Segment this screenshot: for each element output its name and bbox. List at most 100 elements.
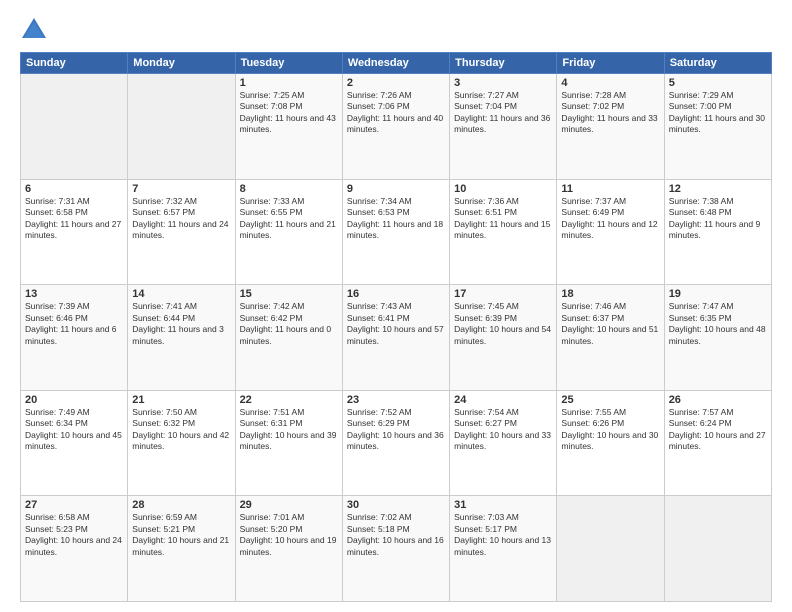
day-cell	[557, 496, 664, 602]
day-cell: 18Sunrise: 7:46 AM Sunset: 6:37 PM Dayli…	[557, 285, 664, 391]
day-info: Sunrise: 7:03 AM Sunset: 5:17 PM Dayligh…	[454, 512, 552, 558]
day-number: 16	[347, 288, 445, 300]
day-info: Sunrise: 7:55 AM Sunset: 6:26 PM Dayligh…	[561, 407, 659, 453]
day-cell: 17Sunrise: 7:45 AM Sunset: 6:39 PM Dayli…	[450, 285, 557, 391]
calendar-header: SundayMondayTuesdayWednesdayThursdayFrid…	[21, 53, 772, 74]
day-cell: 5Sunrise: 7:29 AM Sunset: 7:00 PM Daylig…	[664, 74, 771, 180]
day-number: 15	[240, 288, 338, 300]
calendar: SundayMondayTuesdayWednesdayThursdayFrid…	[20, 52, 772, 602]
day-info: Sunrise: 7:34 AM Sunset: 6:53 PM Dayligh…	[347, 196, 445, 242]
day-cell	[664, 496, 771, 602]
day-info: Sunrise: 7:32 AM Sunset: 6:57 PM Dayligh…	[132, 196, 230, 242]
day-number: 8	[240, 183, 338, 195]
day-number: 10	[454, 183, 552, 195]
day-info: Sunrise: 7:51 AM Sunset: 6:31 PM Dayligh…	[240, 407, 338, 453]
day-info: Sunrise: 7:36 AM Sunset: 6:51 PM Dayligh…	[454, 196, 552, 242]
day-info: Sunrise: 7:27 AM Sunset: 7:04 PM Dayligh…	[454, 90, 552, 136]
day-info: Sunrise: 7:31 AM Sunset: 6:58 PM Dayligh…	[25, 196, 123, 242]
calendar-body: 1Sunrise: 7:25 AM Sunset: 7:08 PM Daylig…	[21, 74, 772, 602]
day-number: 22	[240, 394, 338, 406]
day-number: 29	[240, 499, 338, 511]
day-number: 12	[669, 183, 767, 195]
day-number: 27	[25, 499, 123, 511]
day-number: 1	[240, 77, 338, 89]
day-number: 5	[669, 77, 767, 89]
day-cell: 16Sunrise: 7:43 AM Sunset: 6:41 PM Dayli…	[342, 285, 449, 391]
weekday-header: Saturday	[664, 53, 771, 74]
weekday-header: Tuesday	[235, 53, 342, 74]
day-info: Sunrise: 7:39 AM Sunset: 6:46 PM Dayligh…	[25, 301, 123, 347]
day-cell: 3Sunrise: 7:27 AM Sunset: 7:04 PM Daylig…	[450, 74, 557, 180]
weekday-header: Sunday	[21, 53, 128, 74]
day-info: Sunrise: 7:25 AM Sunset: 7:08 PM Dayligh…	[240, 90, 338, 136]
day-number: 13	[25, 288, 123, 300]
day-cell: 10Sunrise: 7:36 AM Sunset: 6:51 PM Dayli…	[450, 179, 557, 285]
day-cell: 1Sunrise: 7:25 AM Sunset: 7:08 PM Daylig…	[235, 74, 342, 180]
day-cell: 2Sunrise: 7:26 AM Sunset: 7:06 PM Daylig…	[342, 74, 449, 180]
weekday-row: SundayMondayTuesdayWednesdayThursdayFrid…	[21, 53, 772, 74]
day-info: Sunrise: 7:57 AM Sunset: 6:24 PM Dayligh…	[669, 407, 767, 453]
day-cell: 13Sunrise: 7:39 AM Sunset: 6:46 PM Dayli…	[21, 285, 128, 391]
day-cell: 6Sunrise: 7:31 AM Sunset: 6:58 PM Daylig…	[21, 179, 128, 285]
day-info: Sunrise: 7:37 AM Sunset: 6:49 PM Dayligh…	[561, 196, 659, 242]
day-info: Sunrise: 7:29 AM Sunset: 7:00 PM Dayligh…	[669, 90, 767, 136]
day-info: Sunrise: 7:52 AM Sunset: 6:29 PM Dayligh…	[347, 407, 445, 453]
day-info: Sunrise: 7:26 AM Sunset: 7:06 PM Dayligh…	[347, 90, 445, 136]
day-cell: 27Sunrise: 6:58 AM Sunset: 5:23 PM Dayli…	[21, 496, 128, 602]
day-cell: 24Sunrise: 7:54 AM Sunset: 6:27 PM Dayli…	[450, 390, 557, 496]
day-info: Sunrise: 7:43 AM Sunset: 6:41 PM Dayligh…	[347, 301, 445, 347]
weekday-header: Friday	[557, 53, 664, 74]
day-cell: 15Sunrise: 7:42 AM Sunset: 6:42 PM Dayli…	[235, 285, 342, 391]
day-info: Sunrise: 7:02 AM Sunset: 5:18 PM Dayligh…	[347, 512, 445, 558]
day-info: Sunrise: 7:47 AM Sunset: 6:35 PM Dayligh…	[669, 301, 767, 347]
day-number: 30	[347, 499, 445, 511]
day-cell: 21Sunrise: 7:50 AM Sunset: 6:32 PM Dayli…	[128, 390, 235, 496]
day-cell: 28Sunrise: 6:59 AM Sunset: 5:21 PM Dayli…	[128, 496, 235, 602]
day-info: Sunrise: 7:46 AM Sunset: 6:37 PM Dayligh…	[561, 301, 659, 347]
day-number: 28	[132, 499, 230, 511]
weekday-header: Monday	[128, 53, 235, 74]
day-cell: 12Sunrise: 7:38 AM Sunset: 6:48 PM Dayli…	[664, 179, 771, 285]
day-cell: 20Sunrise: 7:49 AM Sunset: 6:34 PM Dayli…	[21, 390, 128, 496]
day-cell	[21, 74, 128, 180]
day-number: 2	[347, 77, 445, 89]
day-number: 7	[132, 183, 230, 195]
day-number: 17	[454, 288, 552, 300]
day-cell: 29Sunrise: 7:01 AM Sunset: 5:20 PM Dayli…	[235, 496, 342, 602]
logo-icon	[20, 16, 48, 44]
day-number: 20	[25, 394, 123, 406]
day-cell: 26Sunrise: 7:57 AM Sunset: 6:24 PM Dayli…	[664, 390, 771, 496]
day-info: Sunrise: 7:01 AM Sunset: 5:20 PM Dayligh…	[240, 512, 338, 558]
day-number: 19	[669, 288, 767, 300]
day-info: Sunrise: 7:45 AM Sunset: 6:39 PM Dayligh…	[454, 301, 552, 347]
logo	[20, 16, 52, 44]
day-number: 4	[561, 77, 659, 89]
day-number: 3	[454, 77, 552, 89]
day-info: Sunrise: 6:58 AM Sunset: 5:23 PM Dayligh…	[25, 512, 123, 558]
day-number: 14	[132, 288, 230, 300]
day-cell: 8Sunrise: 7:33 AM Sunset: 6:55 PM Daylig…	[235, 179, 342, 285]
day-info: Sunrise: 7:54 AM Sunset: 6:27 PM Dayligh…	[454, 407, 552, 453]
day-number: 31	[454, 499, 552, 511]
day-info: Sunrise: 6:59 AM Sunset: 5:21 PM Dayligh…	[132, 512, 230, 558]
header	[20, 16, 772, 44]
day-info: Sunrise: 7:28 AM Sunset: 7:02 PM Dayligh…	[561, 90, 659, 136]
day-info: Sunrise: 7:33 AM Sunset: 6:55 PM Dayligh…	[240, 196, 338, 242]
day-number: 6	[25, 183, 123, 195]
day-cell: 19Sunrise: 7:47 AM Sunset: 6:35 PM Dayli…	[664, 285, 771, 391]
day-number: 11	[561, 183, 659, 195]
weekday-header: Wednesday	[342, 53, 449, 74]
day-cell: 14Sunrise: 7:41 AM Sunset: 6:44 PM Dayli…	[128, 285, 235, 391]
day-info: Sunrise: 7:42 AM Sunset: 6:42 PM Dayligh…	[240, 301, 338, 347]
week-row: 27Sunrise: 6:58 AM Sunset: 5:23 PM Dayli…	[21, 496, 772, 602]
day-cell: 22Sunrise: 7:51 AM Sunset: 6:31 PM Dayli…	[235, 390, 342, 496]
week-row: 13Sunrise: 7:39 AM Sunset: 6:46 PM Dayli…	[21, 285, 772, 391]
day-number: 24	[454, 394, 552, 406]
day-cell: 25Sunrise: 7:55 AM Sunset: 6:26 PM Dayli…	[557, 390, 664, 496]
page: SundayMondayTuesdayWednesdayThursdayFrid…	[0, 0, 792, 612]
day-info: Sunrise: 7:49 AM Sunset: 6:34 PM Dayligh…	[25, 407, 123, 453]
day-info: Sunrise: 7:50 AM Sunset: 6:32 PM Dayligh…	[132, 407, 230, 453]
day-cell	[128, 74, 235, 180]
week-row: 6Sunrise: 7:31 AM Sunset: 6:58 PM Daylig…	[21, 179, 772, 285]
day-info: Sunrise: 7:38 AM Sunset: 6:48 PM Dayligh…	[669, 196, 767, 242]
